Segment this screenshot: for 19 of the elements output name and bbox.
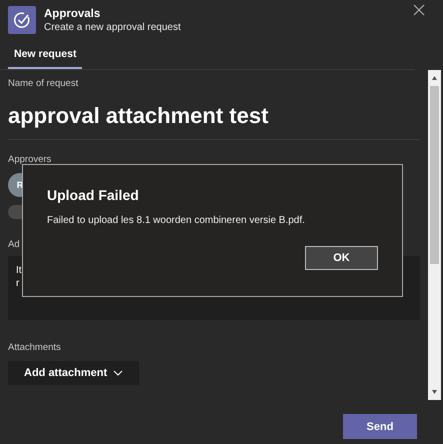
app-logo-icon bbox=[8, 6, 36, 34]
app-title: Approvals bbox=[44, 8, 102, 20]
scroll-up-icon[interactable] bbox=[432, 76, 437, 80]
field-label: Name of request bbox=[8, 78, 80, 89]
scroll-down-icon[interactable] bbox=[432, 390, 437, 394]
ok-button[interactable]: OK bbox=[305, 246, 378, 270]
field-label: Ad bbox=[8, 239, 21, 250]
request-name-field[interactable]: approval attachment test bbox=[8, 89, 420, 140]
field-label: Attachments bbox=[8, 342, 62, 353]
close-icon[interactable] bbox=[413, 4, 425, 16]
dialog-title: Upload Failed bbox=[47, 187, 140, 203]
field-label: Approvers bbox=[8, 154, 52, 165]
add-attachment-button[interactable]: Add attachment bbox=[8, 361, 140, 385]
dialog-message: Failed to upload les 8.1 woorden combineren versie B.pdf. bbox=[47, 215, 306, 226]
send-button[interactable]: Send bbox=[343, 414, 417, 439]
chevron-down-icon bbox=[113, 370, 124, 376]
app-subtitle: Create a new approval request bbox=[44, 22, 181, 32]
tab[interactable]: New request bbox=[8, 42, 82, 69]
scrollbar[interactable] bbox=[428, 70, 441, 400]
